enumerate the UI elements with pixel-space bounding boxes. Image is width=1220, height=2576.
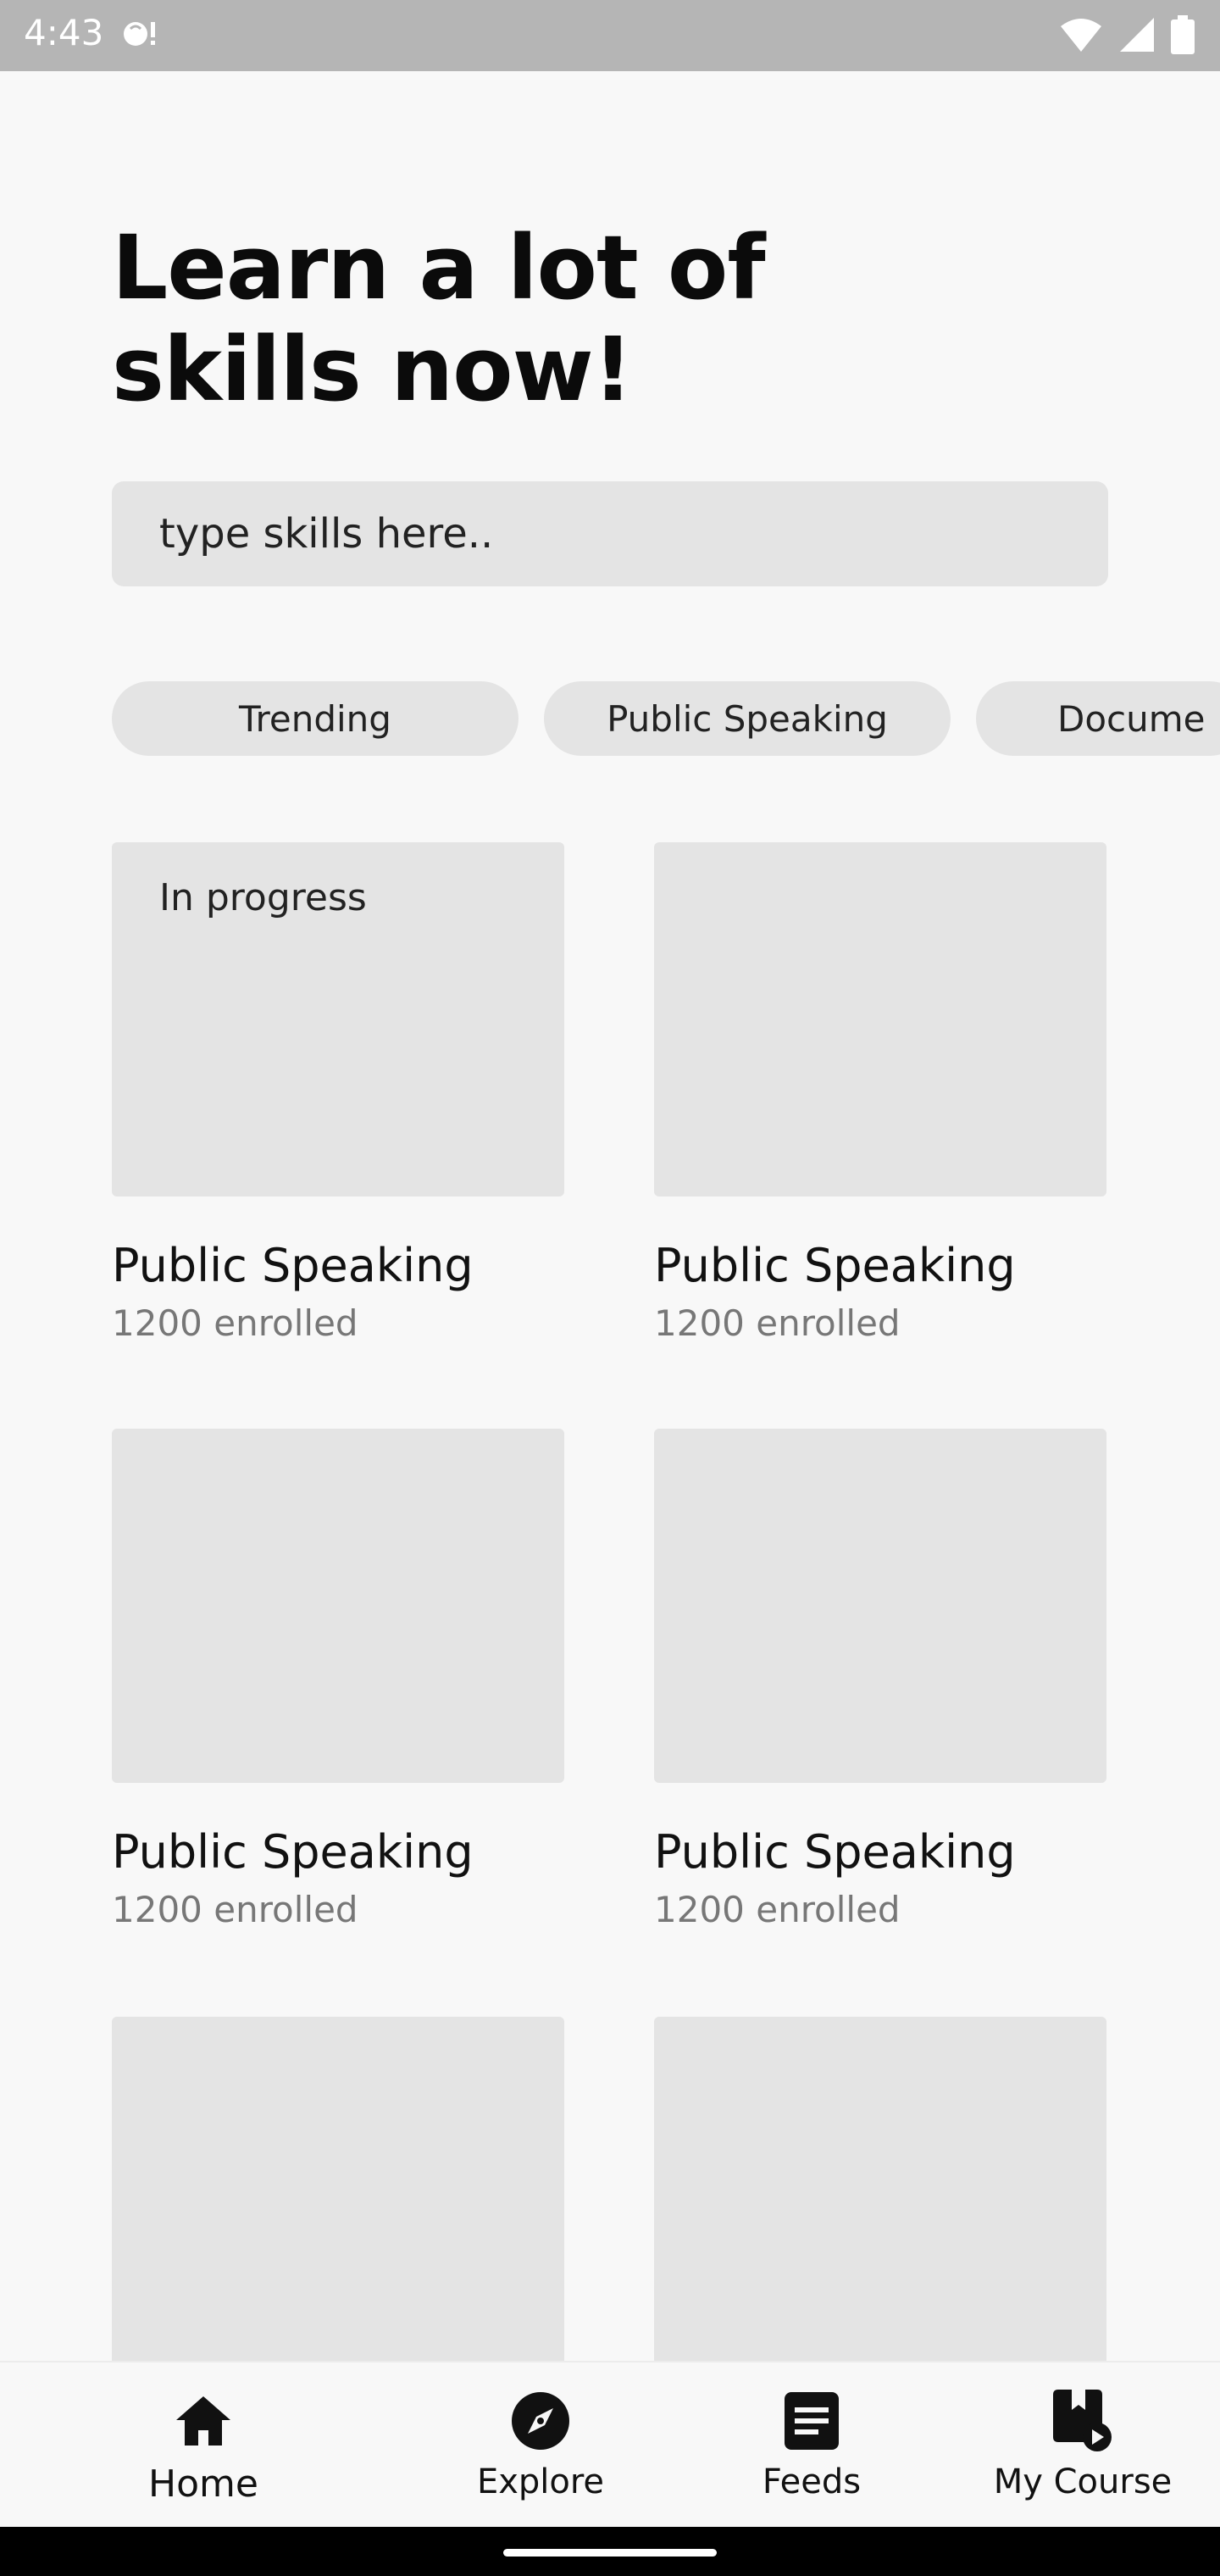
course-enrolled: 1200 enrolled (112, 1302, 358, 1344)
nav-explore[interactable]: Explore (456, 2362, 625, 2529)
nav-explore-label: Explore (476, 2462, 605, 2501)
course-title: Public Speaking (112, 1825, 474, 1879)
course-thumbnail (654, 842, 1106, 1196)
status-bar: 4:43 (0, 0, 1220, 71)
course-title: Public Speaking (112, 1239, 474, 1292)
course-enrolled: 1200 enrolled (112, 1889, 358, 1930)
course-thumbnail: In progress (112, 842, 564, 1196)
nav-home-label: Home (148, 2462, 258, 2506)
chip-public-speaking[interactable]: Public Speaking (544, 681, 951, 756)
course-thumbnail (112, 2017, 564, 2371)
nav-my-course[interactable]: My Course (981, 2362, 1184, 2529)
course-thumbnail (112, 1429, 564, 1783)
bookmark-play-icon (1053, 2390, 1112, 2451)
course-card[interactable]: In progress Public Speaking 1200 enrolle… (112, 842, 564, 1344)
course-card[interactable]: Public Speaking 1200 enrolled (654, 842, 1106, 1344)
nav-my-course-label: My Course (993, 2462, 1173, 2501)
chip-documentation[interactable]: Docume (976, 681, 1220, 756)
nav-home[interactable]: Home (119, 2362, 288, 2529)
document-icon (785, 2391, 839, 2451)
status-icons (1059, 15, 1195, 58)
course-enrolled: 1200 enrolled (654, 1302, 901, 1344)
page-title: Learn a lot of skills now! (112, 216, 766, 421)
gesture-bar (0, 2527, 1220, 2576)
chip-trending[interactable]: Trending (112, 681, 518, 756)
bottom-navigation: Home Explore Feeds My Course (0, 2361, 1220, 2529)
notification-icon (119, 17, 158, 54)
course-thumbnail (654, 1429, 1106, 1783)
wifi-icon (1059, 16, 1103, 57)
nav-feeds[interactable]: Feeds (727, 2362, 896, 2529)
course-enrolled: 1200 enrolled (654, 1889, 901, 1930)
course-card[interactable]: Public Speaking 1200 enrolled (112, 1429, 564, 1930)
course-card[interactable] (112, 2017, 564, 2371)
course-title: Public Speaking (654, 1239, 1016, 1292)
status-time: 4:43 (24, 12, 104, 53)
home-indicator[interactable] (503, 2549, 717, 2557)
course-title: Public Speaking (654, 1825, 1016, 1879)
battery-icon (1171, 15, 1195, 58)
course-thumbnail (654, 2017, 1106, 2371)
category-chips: Trending Public Speaking Docume (112, 681, 1220, 756)
progress-badge: In progress (159, 876, 367, 919)
course-card[interactable] (654, 2017, 1106, 2371)
nav-feeds-label: Feeds (762, 2462, 862, 2501)
home-icon (175, 2391, 232, 2451)
course-card[interactable]: Public Speaking 1200 enrolled (654, 1429, 1106, 1930)
signal-icon (1118, 16, 1156, 57)
compass-icon (511, 2391, 570, 2451)
search-input[interactable] (112, 481, 1108, 586)
